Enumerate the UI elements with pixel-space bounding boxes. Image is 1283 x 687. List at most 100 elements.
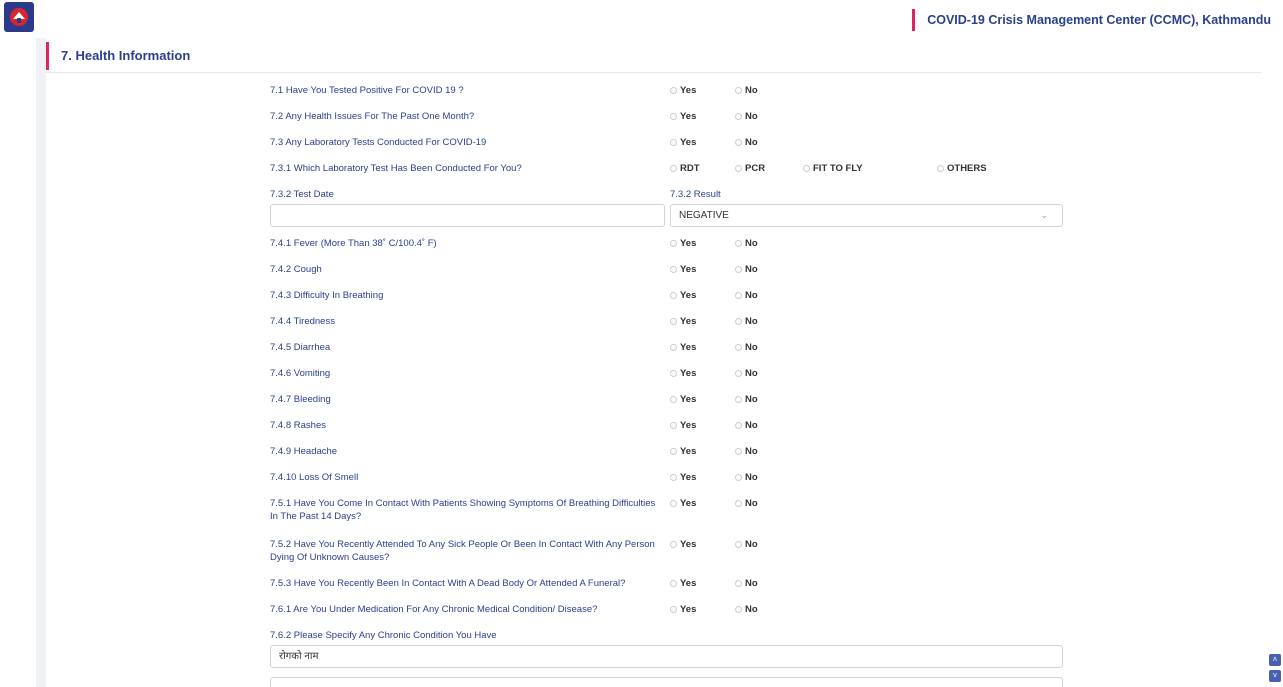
q7-6-1-no-radio[interactable]: No <box>735 603 758 616</box>
q7-6-1-yes-radio[interactable]: Yes <box>670 603 696 616</box>
q7-4-2-yes-radio[interactable]: Yes <box>670 263 696 276</box>
yes-label: Yes <box>680 316 697 327</box>
q7-4-6-no-radio[interactable]: No <box>735 367 758 380</box>
question-7-4-4: 7.4.4 Tiredness <box>270 316 335 327</box>
yes-label: Yes <box>680 264 697 275</box>
no-label: No <box>745 394 758 405</box>
q7-4-7-no-radio[interactable]: No <box>735 393 758 406</box>
q7-4-10-yes-radio[interactable]: Yes <box>670 471 696 484</box>
radio-icon <box>735 344 742 351</box>
q7-4-1-no-radio[interactable]: No <box>735 237 758 250</box>
q7-4-9-yes-radio[interactable]: Yes <box>670 445 696 458</box>
q7-4-9-no-radio[interactable]: No <box>735 445 758 458</box>
radio-icon <box>670 396 677 403</box>
q7-5-1-no-radio[interactable]: No <box>735 497 758 510</box>
scroll-down-button[interactable]: ˅ <box>1269 670 1281 682</box>
q7-4-6-yes-radio[interactable]: Yes <box>670 367 696 380</box>
q7-4-4-no-radio[interactable]: No <box>735 315 758 328</box>
chevron-down-icon: ⌄ <box>1040 210 1048 220</box>
question-7-5-2: 7.5.2 Have You Recently Attended To Any … <box>270 539 655 563</box>
question-7-2: 7.2 Any Health Issues For The Past One M… <box>270 111 475 122</box>
yes-label: Yes <box>680 498 697 509</box>
q7-4-8-no-radio[interactable]: No <box>735 419 758 432</box>
yes-label: Yes <box>680 342 697 353</box>
rdt-radio[interactable]: RDT <box>670 162 700 175</box>
yes-label: Yes <box>680 604 697 615</box>
yes-label: Yes <box>680 394 697 405</box>
q7-4-1-yes-radio[interactable]: Yes <box>670 237 696 250</box>
radio-icon <box>735 266 742 273</box>
no-label: No <box>745 578 758 589</box>
yes-label: Yes <box>680 85 697 96</box>
no-label: No <box>745 604 758 615</box>
q7-5-3-no-radio[interactable]: No <box>735 577 758 590</box>
others-radio[interactable]: OTHERS <box>937 162 987 175</box>
left-gutter <box>36 38 46 687</box>
q7-5-2-no-radio[interactable]: No <box>735 538 758 551</box>
q7-1-yes-radio[interactable]: Yes <box>670 84 696 97</box>
yes-label: Yes <box>680 111 697 122</box>
chronic-condition-label: 7.6.2 Please Specify Any Chronic Conditi… <box>270 630 497 641</box>
q7-4-3-no-radio[interactable]: No <box>735 289 758 302</box>
q7-5-1-yes-radio[interactable]: Yes <box>670 497 696 510</box>
test-result-label: 7.3.2 Result <box>670 189 721 200</box>
q7-4-4-yes-radio[interactable]: Yes <box>670 315 696 328</box>
test-result-select[interactable]: NEGATIVE ⌄ <box>670 204 1063 227</box>
radio-icon <box>670 318 677 325</box>
q7-5-2-yes-radio[interactable]: Yes <box>670 538 696 551</box>
question-7-4-2: 7.4.2 Cough <box>270 264 322 275</box>
question-7-4-7: 7.4.7 Bleeding <box>270 394 331 405</box>
q7-5-3-yes-radio[interactable]: Yes <box>670 577 696 590</box>
radio-icon <box>670 580 677 587</box>
q7-4-10-no-radio[interactable]: No <box>735 471 758 484</box>
scroll-up-button[interactable]: ˄ <box>1269 654 1281 666</box>
top-bar: COVID-19 Crisis Management Center (CCMC)… <box>0 0 1283 38</box>
radio-icon <box>937 165 944 172</box>
radio-icon <box>735 396 742 403</box>
q7-4-5-no-radio[interactable]: No <box>735 341 758 354</box>
no-label: No <box>745 539 758 550</box>
yes-label: Yes <box>680 539 697 550</box>
yes-label: Yes <box>680 137 697 148</box>
question-7-4-3: 7.4.3 Difficulty In Breathing <box>270 290 384 301</box>
yes-label: Yes <box>680 446 697 457</box>
radio-icon <box>670 606 677 613</box>
radio-icon <box>735 580 742 587</box>
q7-4-3-yes-radio[interactable]: Yes <box>670 289 696 302</box>
q7-3-no-radio[interactable]: No <box>735 136 758 149</box>
yes-label: Yes <box>680 578 697 589</box>
test-date-input[interactable] <box>270 204 665 227</box>
q7-2-yes-radio[interactable]: Yes <box>670 110 696 123</box>
q7-4-7-yes-radio[interactable]: Yes <box>670 393 696 406</box>
question-7-4-6: 7.4.6 Vomiting <box>270 368 331 379</box>
radio-icon <box>670 500 677 507</box>
pcr-radio[interactable]: PCR <box>735 162 765 175</box>
radio-icon <box>735 448 742 455</box>
q7-1-no-radio[interactable]: No <box>735 84 758 97</box>
no-label: No <box>745 238 758 249</box>
question-7-1: 7.1 Have You Tested Positive For COVID 1… <box>270 85 464 96</box>
fit-to-fly-label: FIT TO FLY <box>813 163 863 174</box>
q7-3-yes-radio[interactable]: Yes <box>670 136 696 149</box>
q7-4-8-yes-radio[interactable]: Yes <box>670 419 696 432</box>
radio-icon <box>670 292 677 299</box>
q7-4-2-no-radio[interactable]: No <box>735 263 758 276</box>
radio-icon <box>735 474 742 481</box>
radio-icon <box>670 448 677 455</box>
q7-4-5-yes-radio[interactable]: Yes <box>670 341 696 354</box>
radio-icon <box>670 113 677 120</box>
radio-icon <box>735 606 742 613</box>
chronic-condition-input[interactable]: रोगको नाम <box>270 645 1063 668</box>
others-label: OTHERS <box>947 163 987 174</box>
radio-icon <box>670 541 677 548</box>
radio-icon <box>803 165 810 172</box>
radio-icon <box>735 422 742 429</box>
fit-to-fly-radio[interactable]: FIT TO FLY <box>803 162 863 175</box>
question-7-6-1: 7.6.1 Are You Under Medication For Any C… <box>270 604 598 615</box>
section-divider <box>46 72 1261 73</box>
yes-label: Yes <box>680 472 697 483</box>
radio-icon <box>670 370 677 377</box>
next-input[interactable] <box>270 677 1063 687</box>
q7-2-no-radio[interactable]: No <box>735 110 758 123</box>
no-label: No <box>745 85 758 96</box>
